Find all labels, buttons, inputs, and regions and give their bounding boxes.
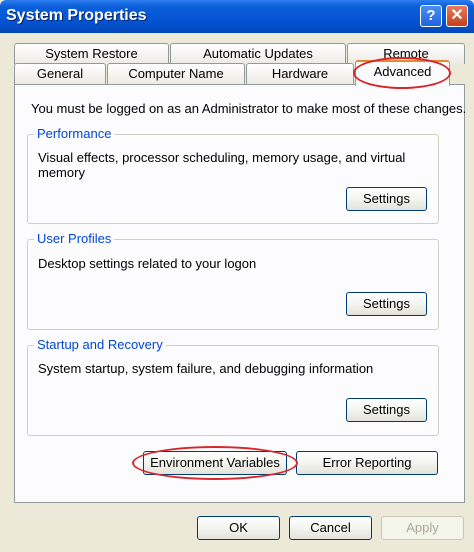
cancel-button[interactable]: Cancel — [289, 516, 372, 540]
window-title: System Properties — [6, 7, 147, 24]
error-reporting-button[interactable]: Error Reporting — [296, 451, 438, 475]
tab-computer-name[interactable]: Computer Name — [107, 63, 245, 84]
startup-recovery-description: System startup, system failure, and debu… — [38, 361, 374, 376]
environment-variables-button[interactable]: Environment Variables — [143, 451, 287, 475]
user-profiles-description: Desktop settings related to your logon — [38, 256, 257, 271]
administrator-notice: You must be logged on as an Administrato… — [31, 101, 467, 116]
startup-recovery-title: Startup and Recovery — [34, 337, 166, 352]
performance-description: Visual effects, processor scheduling, me… — [38, 150, 406, 180]
tab-automatic-updates[interactable]: Automatic Updates — [170, 43, 346, 64]
user-profiles-settings-button[interactable]: Settings — [346, 292, 427, 316]
help-icon[interactable]: ? — [420, 5, 442, 27]
tab-general[interactable]: General — [14, 63, 106, 84]
performance-settings-button[interactable]: Settings — [346, 187, 427, 211]
startup-recovery-group: Startup and Recovery System startup, sys… — [27, 337, 439, 436]
performance-title: Performance — [34, 126, 115, 141]
ok-button[interactable]: OK — [197, 516, 280, 540]
title-bar[interactable]: System Properties ? ✕ — [0, 0, 474, 33]
tab-system-restore[interactable]: System Restore — [14, 43, 169, 64]
user-profiles-group: User Profiles Desktop settings related t… — [27, 231, 439, 330]
close-icon[interactable]: ✕ — [446, 5, 468, 27]
tab-hardware[interactable]: Hardware — [246, 63, 354, 84]
system-properties-window: System Properties ? ✕ System Restore Aut… — [0, 0, 474, 552]
startup-recovery-settings-button[interactable]: Settings — [346, 398, 427, 422]
tab-advanced[interactable]: Advanced — [355, 60, 450, 86]
apply-button[interactable]: Apply — [381, 516, 464, 540]
user-profiles-title: User Profiles — [34, 231, 115, 246]
